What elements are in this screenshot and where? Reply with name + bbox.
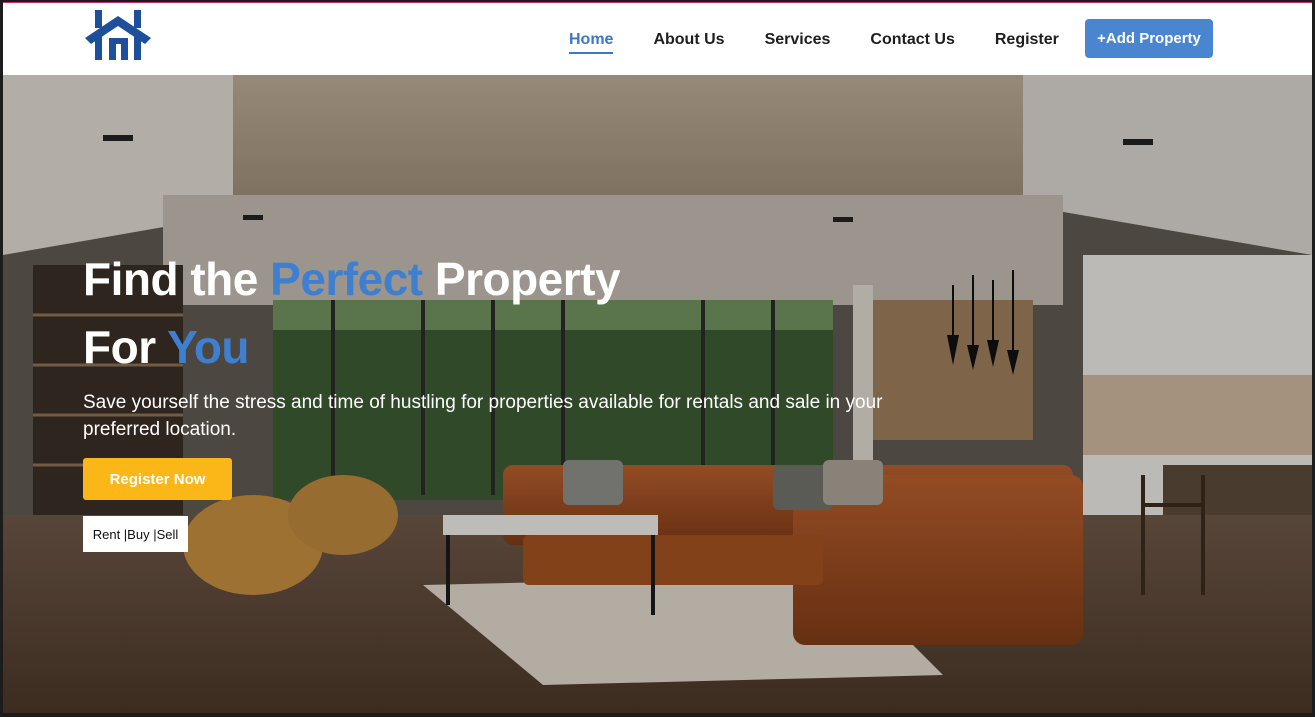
nav-register[interactable]: Register [995,30,1059,50]
hero-subtext: Save yourself the stress and time of hus… [83,392,883,440]
browser-viewport: Home About Us Services Contact Us Regist… [3,2,1312,713]
headline-accent-perfect: Perfect [270,253,423,305]
register-now-button[interactable]: Register Now [83,458,232,500]
headline-accent-you: You [167,321,250,373]
nav-home[interactable]: Home [569,30,614,54]
rent-buy-sell-tagline: Rent |Buy |Sell [83,516,188,552]
hero-section: Find the Perfect Property For You Save y… [3,75,1312,713]
hero-headline: Find the Perfect Property For You [83,253,621,373]
navbar: Home About Us Services Contact Us Regist… [3,3,1312,75]
add-property-button[interactable]: +Add Property [1085,19,1213,58]
house-logo-icon[interactable] [85,8,151,62]
main-nav: Home About Us Services Contact Us Regist… [569,30,1099,54]
nav-contact-us[interactable]: Contact Us [870,30,954,50]
nav-services[interactable]: Services [765,30,831,50]
nav-about-us[interactable]: About Us [653,30,724,50]
